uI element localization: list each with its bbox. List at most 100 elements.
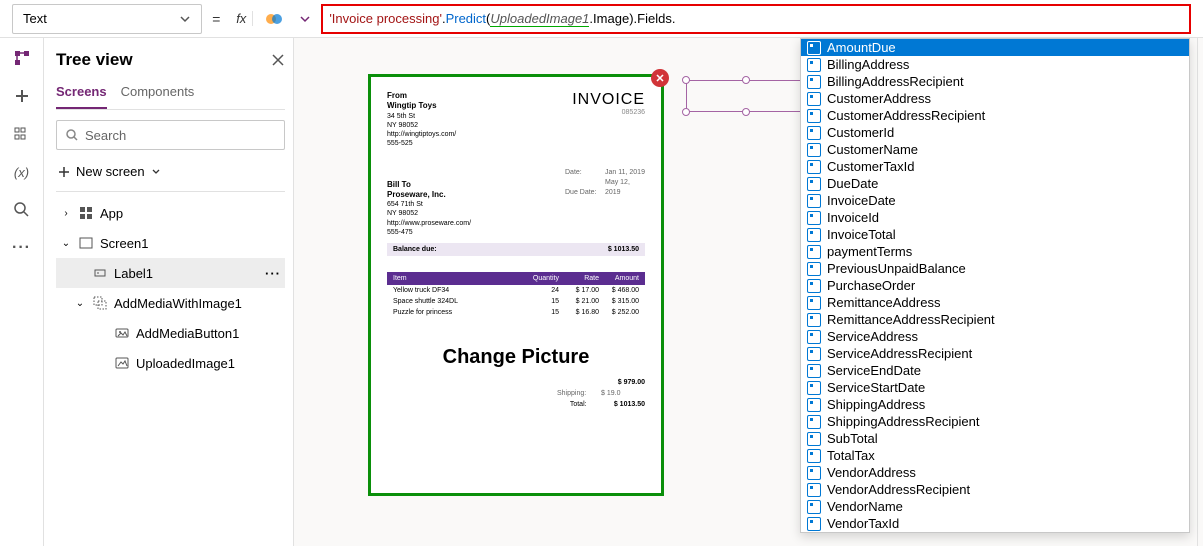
intellisense-item[interactable]: CustomerAddressRecipient	[801, 107, 1189, 124]
new-screen-button[interactable]: New screen	[56, 158, 285, 192]
intellisense-item[interactable]: VendorAddress	[801, 464, 1189, 481]
tab-screens[interactable]: Screens	[56, 80, 107, 109]
intellisense-item-label: ServiceEndDate	[827, 363, 921, 378]
field-icon	[807, 279, 821, 293]
invoice-title-block: INVOICE 085236	[572, 91, 645, 148]
close-panel-button[interactable]	[271, 53, 285, 67]
intellisense-item[interactable]: PurchaseOrder	[801, 277, 1189, 294]
field-icon	[807, 58, 821, 72]
field-icon	[807, 126, 821, 140]
intellisense-item[interactable]: InvoiceId	[801, 209, 1189, 226]
intellisense-item-label: RemittanceAddressRecipient	[827, 312, 995, 327]
tree-tabs: Screens Components	[56, 80, 285, 110]
property-selector[interactable]: Text	[12, 4, 202, 34]
app-icon	[78, 205, 94, 221]
tree-search-input[interactable]: Search	[56, 120, 285, 150]
chevron-down-icon	[151, 167, 161, 177]
field-icon	[807, 449, 821, 463]
insert-icon[interactable]	[12, 86, 32, 106]
label-icon	[92, 265, 108, 281]
resize-handle[interactable]	[682, 76, 690, 84]
intellisense-item[interactable]: CustomerTaxId	[801, 158, 1189, 175]
intellisense-item-label: VendorAddress	[827, 465, 916, 480]
intellisense-item[interactable]: AmountDue	[801, 39, 1189, 56]
intellisense-item[interactable]: DueDate	[801, 175, 1189, 192]
intellisense-item[interactable]: CustomerAddress	[801, 90, 1189, 107]
intellisense-item[interactable]: VendorTaxId	[801, 515, 1189, 532]
variables-icon[interactable]: (x)	[12, 162, 32, 182]
field-icon	[807, 415, 821, 429]
field-icon	[807, 364, 821, 378]
intellisense-item-label: BillingAddressRecipient	[827, 74, 964, 89]
invoice-from-block: From Wingtip Toys 34 5th St NY 98052 htt…	[387, 91, 456, 148]
tree-item-screen1[interactable]: ⌄ Screen1	[56, 228, 285, 258]
tree-item-addmediabutton[interactable]: AddMediaButton1	[56, 318, 285, 348]
chevron-down-icon	[179, 13, 191, 25]
intellisense-item[interactable]: InvoiceTotal	[801, 226, 1189, 243]
tree-item-uploadedimage[interactable]: UploadedImage1	[56, 348, 285, 378]
formula-token-image: Image	[593, 11, 629, 26]
intellisense-item[interactable]: RemittanceAddressRecipient	[801, 311, 1189, 328]
property-selector-value: Text	[23, 11, 47, 26]
data-icon[interactable]	[12, 124, 32, 144]
intellisense-item[interactable]: VendorAddressRecipient	[801, 481, 1189, 498]
item-menu-button[interactable]: ···	[265, 266, 281, 281]
field-icon	[807, 92, 821, 106]
field-icon	[807, 194, 821, 208]
label-selection-box[interactable]	[686, 80, 806, 112]
tree-item-addmedia[interactable]: ⌄ AddMediaWithImage1	[56, 288, 285, 318]
intellisense-item[interactable]: BillingAddress	[801, 56, 1189, 73]
resize-handle[interactable]	[742, 108, 750, 116]
field-icon	[807, 381, 821, 395]
intellisense-item[interactable]: ShippingAddressRecipient	[801, 413, 1189, 430]
intellisense-item[interactable]: ServiceEndDate	[801, 362, 1189, 379]
field-icon	[807, 211, 821, 225]
intellisense-item[interactable]: TotalTax	[801, 447, 1189, 464]
screen-icon	[78, 235, 94, 251]
field-icon	[807, 347, 821, 361]
intellisense-item-label: ServiceAddressRecipient	[827, 346, 972, 361]
tree-view-title: Tree view	[56, 50, 133, 70]
intellisense-item[interactable]: ServiceAddressRecipient	[801, 345, 1189, 362]
intellisense-item-label: paymentTerms	[827, 244, 912, 259]
intellisense-item[interactable]: BillingAddressRecipient	[801, 73, 1189, 90]
tree-item-label1[interactable]: Label1 ···	[56, 258, 285, 288]
intellisense-item[interactable]: paymentTerms	[801, 243, 1189, 260]
intellisense-item[interactable]: ServiceAddress	[801, 328, 1189, 345]
right-panel-edge	[1197, 38, 1203, 546]
intellisense-popup[interactable]: AmountDueBillingAddressBillingAddressRec…	[800, 38, 1190, 533]
tree-item-app[interactable]: › App	[56, 198, 285, 228]
intellisense-item[interactable]: InvoiceDate	[801, 192, 1189, 209]
uploaded-image-preview[interactable]: ✕ From Wingtip Toys 34 5th St NY 98052 h…	[368, 74, 664, 496]
more-rail-icon[interactable]: ···	[12, 238, 32, 258]
intellisense-item[interactable]: PreviousUnpaidBalance	[801, 260, 1189, 277]
change-picture-label[interactable]: Change Picture	[387, 346, 645, 369]
search-icon	[65, 128, 79, 142]
resize-handle[interactable]	[682, 108, 690, 116]
close-icon	[271, 53, 285, 67]
intellisense-item[interactable]: ShippingAddress	[801, 396, 1189, 413]
intellisense-item-label: DueDate	[827, 176, 878, 191]
field-icon	[807, 483, 821, 497]
intellisense-item[interactable]: SubTotal	[801, 430, 1189, 447]
fx-label: fx	[230, 11, 253, 26]
search-rail-icon[interactable]	[12, 200, 32, 220]
intellisense-item[interactable]: VendorName	[801, 498, 1189, 515]
invoice-lines: Yellow truck DF3424$ 17.00$ 468.00Space …	[387, 285, 645, 318]
chevron-down-icon	[299, 13, 311, 25]
intellisense-item[interactable]: ServiceStartDate	[801, 379, 1189, 396]
tab-components[interactable]: Components	[121, 80, 195, 109]
field-icon	[807, 143, 821, 157]
intellisense-item[interactable]: CustomerName	[801, 141, 1189, 158]
formula-expand-button[interactable]	[295, 13, 315, 25]
resize-handle[interactable]	[742, 76, 750, 84]
remove-image-button[interactable]: ✕	[651, 69, 669, 87]
intellisense-item[interactable]: RemittanceAddress	[801, 294, 1189, 311]
invoice-items-header: Item Quantity Rate Amount	[387, 272, 645, 285]
tree-view-icon[interactable]	[12, 48, 32, 68]
copilot-icon[interactable]	[264, 9, 284, 29]
intellisense-item[interactable]: CustomerId	[801, 124, 1189, 141]
intellisense-item-label: CustomerName	[827, 142, 918, 157]
field-icon	[807, 500, 821, 514]
formula-input[interactable]: 'Invoice processing'.Predict(UploadedIma…	[321, 4, 1191, 34]
